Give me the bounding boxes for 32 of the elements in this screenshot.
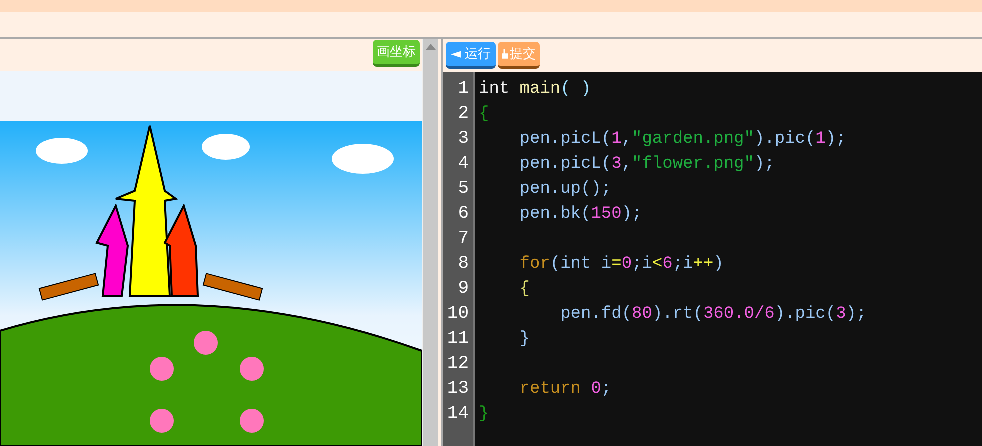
- line-number: 3: [457, 128, 470, 151]
- code-line: pen.bk(150);: [520, 205, 642, 224]
- draw-coordinates-button[interactable]: 画坐标: [373, 40, 420, 67]
- line-number: 7: [457, 228, 470, 251]
- code-line: {: [479, 105, 490, 124]
- line-number: 14: [446, 403, 470, 426]
- line-number: 6: [457, 203, 470, 226]
- scroll-up-icon[interactable]: [426, 44, 436, 50]
- run-button[interactable]: ◄ 运行: [446, 42, 496, 69]
- line-number: 2: [457, 103, 470, 126]
- line-number: 4: [457, 153, 470, 176]
- line-number: 8: [457, 253, 470, 276]
- line-number: 12: [446, 353, 470, 376]
- code-line: {: [520, 280, 530, 299]
- code-line: pen.fd(80).rt(360.0/6).pic(3);: [560, 305, 867, 324]
- hand-icon: [502, 48, 510, 60]
- line-number: 9: [457, 278, 470, 301]
- code-line: int main( ): [479, 80, 592, 99]
- line-number: 1: [457, 78, 470, 101]
- line-number: 5: [457, 178, 470, 201]
- line-number: 10: [446, 303, 470, 326]
- code-line: }: [479, 405, 490, 424]
- line-number: 13: [446, 378, 470, 401]
- scrollbar[interactable]: [422, 39, 438, 446]
- submit-button[interactable]: 提交: [498, 42, 540, 69]
- code-line: pen.picL(3,"flower.png");: [520, 155, 775, 174]
- code-line: pen.up();: [520, 180, 612, 199]
- code-line: }: [520, 330, 530, 349]
- code-line: return 0;: [520, 380, 612, 399]
- code-line: for(int i=0;i<6;i++): [520, 255, 724, 274]
- line-number: 11: [446, 328, 470, 351]
- code-line: pen.picL(1,"garden.png").pic(1);: [520, 130, 846, 149]
